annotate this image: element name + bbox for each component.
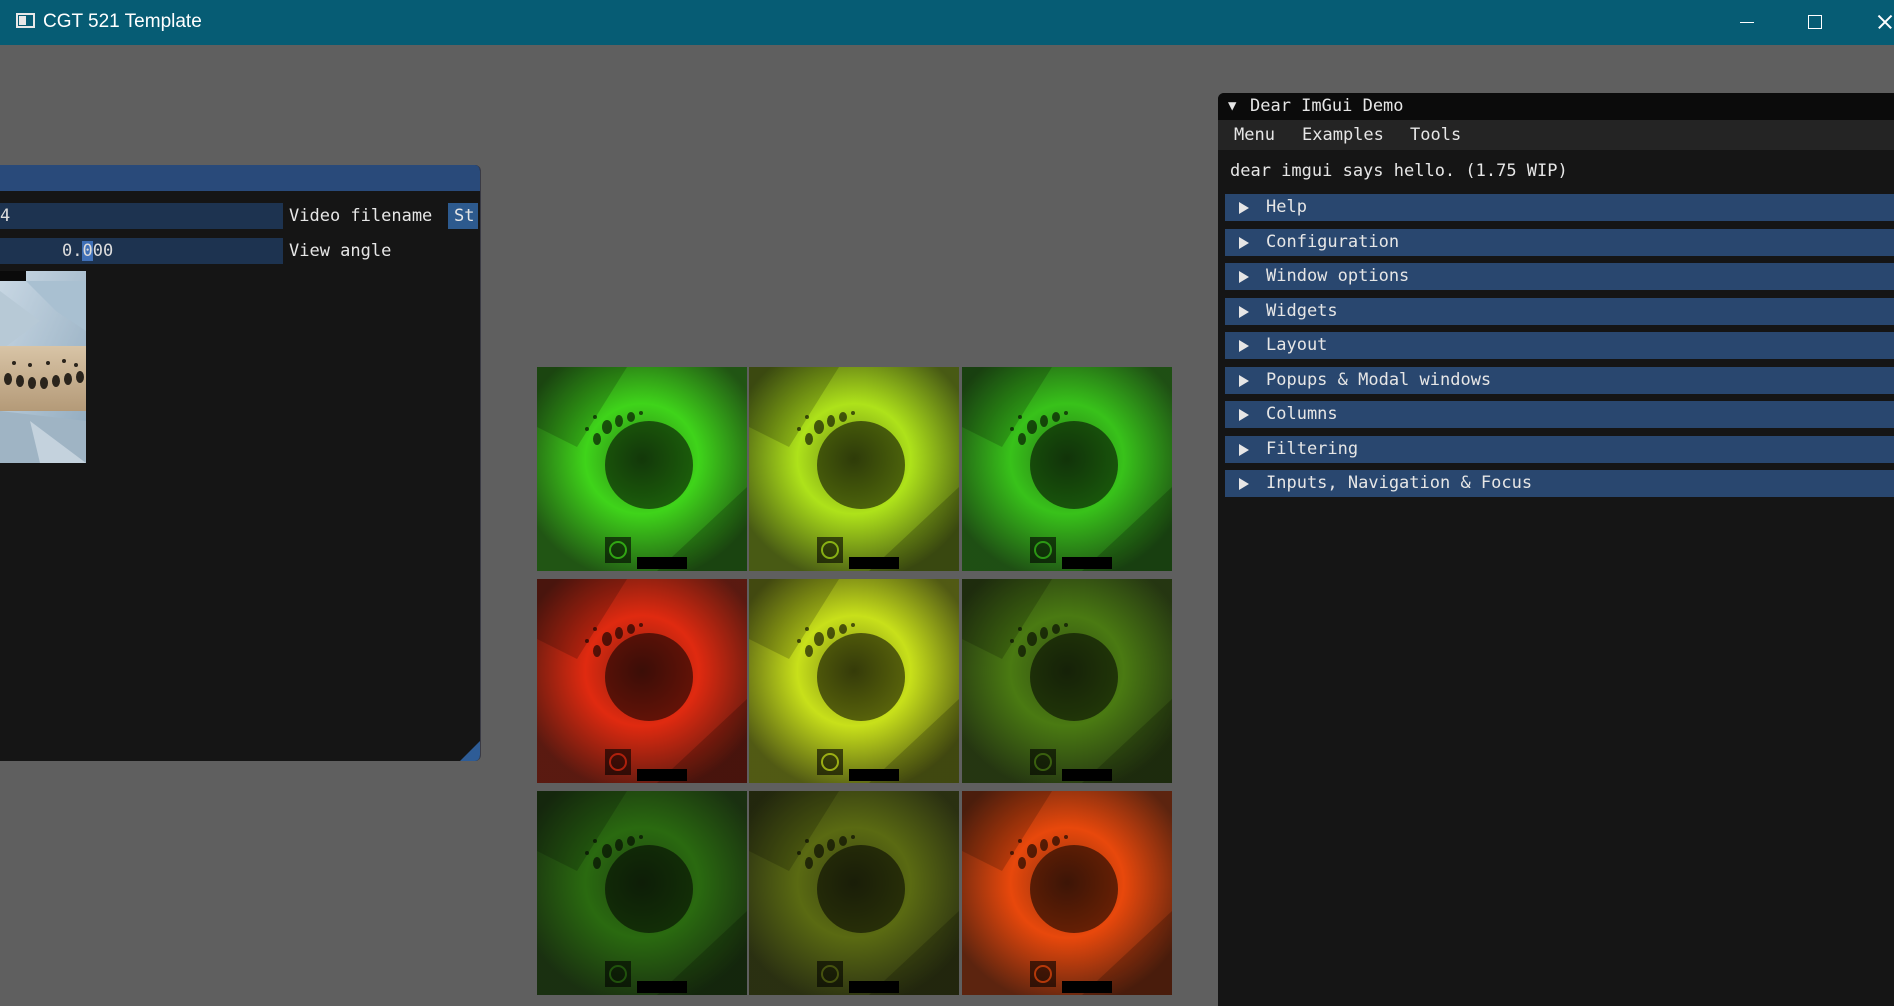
texture-tile: [749, 579, 959, 783]
header-help[interactable]: Help: [1225, 194, 1894, 221]
view-angle-value: 0.000: [62, 241, 114, 261]
expand-arrow-icon: [1239, 237, 1249, 249]
video-filename-value: 4: [0, 206, 11, 226]
start-button[interactable]: St: [448, 203, 478, 229]
texture-tile: [962, 579, 1172, 783]
demo-title-bar[interactable]: ▼ Dear ImGui Demo: [1218, 93, 1894, 120]
header-layout[interactable]: Layout: [1225, 332, 1894, 359]
video-settings-window[interactable]: 4 Video filename St 0.000 View angle: [0, 165, 481, 761]
menu-item-menu[interactable]: Menu: [1234, 120, 1275, 150]
header-popups-modal-windows[interactable]: Popups & Modal windows: [1225, 367, 1894, 394]
expand-arrow-icon: [1239, 340, 1249, 352]
header-inputs-navigation-focus[interactable]: Inputs, Navigation & Focus: [1225, 470, 1894, 497]
view-angle-label: View angle: [289, 241, 392, 261]
texture-tile: [749, 367, 959, 571]
expand-arrow-icon: [1239, 202, 1249, 214]
header-widgets[interactable]: Widgets: [1225, 298, 1894, 325]
texture-tile: [537, 579, 747, 783]
resize-grip[interactable]: [460, 741, 480, 761]
view-angle-selection: 0: [82, 241, 93, 261]
video-frame-thumbnail: [0, 271, 86, 463]
hello-text: dear imgui says hello. (1.75 WIP): [1230, 161, 1568, 181]
maximize-icon[interactable]: [1780, 0, 1848, 45]
texture-tile: [537, 791, 747, 995]
texture-tile: [962, 367, 1172, 571]
view-angle-input[interactable]: 0.000: [0, 238, 283, 264]
video-filename-label: Video filename: [289, 206, 433, 226]
expand-arrow-icon: [1239, 375, 1249, 387]
texture-tile: [537, 367, 747, 571]
expand-arrow-icon: [1239, 306, 1249, 318]
demo-menu-bar: Menu Examples Tools: [1218, 120, 1894, 150]
texture-tile: [962, 791, 1172, 995]
demo-window-title: Dear ImGui Demo: [1250, 96, 1404, 116]
expand-arrow-icon: [1239, 478, 1249, 490]
video-settings-title-bar[interactable]: [0, 165, 480, 191]
video-filename-input[interactable]: 4: [0, 203, 283, 229]
header-filtering[interactable]: Filtering: [1225, 436, 1894, 463]
imgui-demo-window[interactable]: ▼ Dear ImGui Demo Menu Examples Tools de…: [1218, 93, 1894, 1006]
header-configuration[interactable]: Configuration: [1225, 229, 1894, 256]
expand-arrow-icon: [1239, 271, 1249, 283]
header-window-options[interactable]: Window options: [1225, 263, 1894, 290]
menu-item-examples[interactable]: Examples: [1302, 120, 1384, 150]
minimize-icon[interactable]: [1712, 0, 1780, 45]
app-window-icon: [16, 13, 35, 28]
os-title-bar: CGT 521 Template: [0, 0, 1894, 45]
texture-tile: [749, 791, 959, 995]
expand-arrow-icon: [1239, 409, 1249, 421]
collapse-arrow-icon[interactable]: ▼: [1228, 93, 1236, 120]
os-window-title: CGT 521 Template: [43, 11, 202, 32]
expand-arrow-icon: [1239, 444, 1249, 456]
menu-item-tools[interactable]: Tools: [1410, 120, 1461, 150]
close-icon[interactable]: [1848, 0, 1894, 45]
header-columns[interactable]: Columns: [1225, 401, 1894, 428]
